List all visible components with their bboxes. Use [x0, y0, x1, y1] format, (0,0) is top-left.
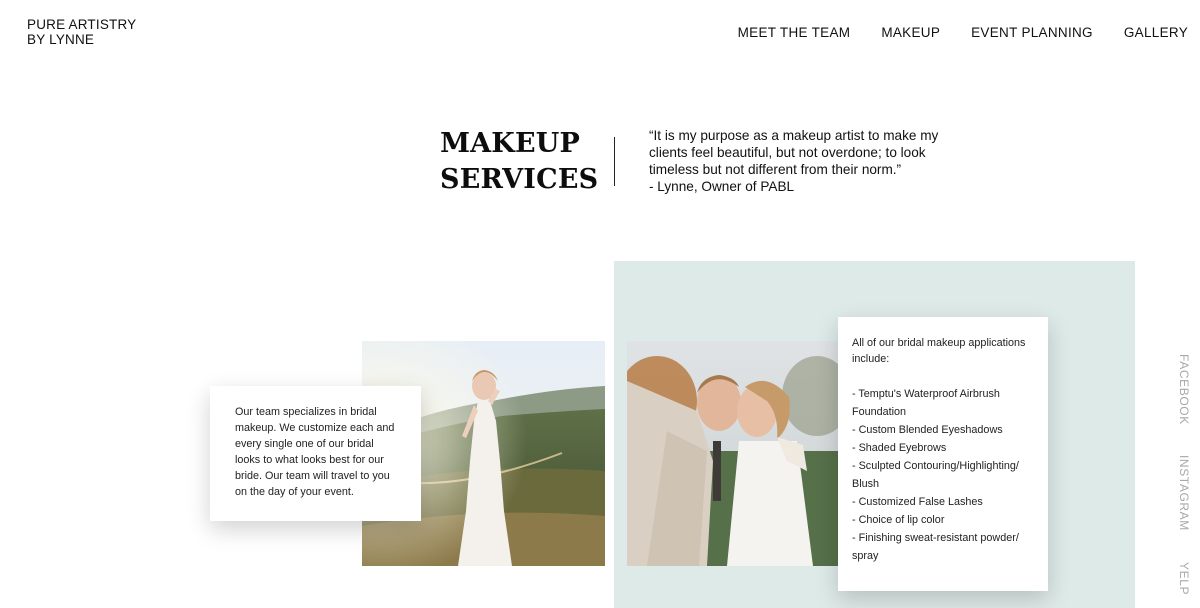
intro-card: Our team specializes in bridal makeup. W… [210, 386, 421, 521]
nav-item-gallery[interactable]: GALLERY [1124, 25, 1188, 40]
service-list-item: - Shaded Eyebrows [852, 442, 947, 454]
service-list-item: - Customized False Lashes [852, 496, 983, 508]
social-links: FACEBOOK INSTAGRAM YELP [1177, 354, 1193, 608]
quote-line: “It is my purpose as a makeup artist to … [649, 128, 939, 143]
services-spacer [852, 367, 1036, 385]
social-link-yelp[interactable]: YELP [1177, 562, 1191, 595]
brand-logo[interactable]: PURE ARTISTRY BY LYNNE [27, 17, 136, 47]
couple-photo [627, 341, 839, 566]
quote-line: timeless but not different from their no… [649, 162, 902, 177]
nav-item-makeup[interactable]: MAKEUP [881, 25, 940, 40]
owner-quote: “It is my purpose as a makeup artist to … [649, 127, 959, 195]
main-nav: MEET THE TEAM MAKEUP EVENT PLANNING GALL… [738, 25, 1188, 40]
page-title-line1: MAKEUP [440, 128, 580, 159]
services-card: All of our bridal makeup applications in… [838, 317, 1048, 591]
service-list-item: - Choice of lip color [852, 514, 945, 526]
nav-item-event-planning[interactable]: EVENT PLANNING [971, 25, 1093, 40]
intro-text: Our team specializes in bridal makeup. W… [235, 406, 395, 498]
service-list-item: - Temptu's Waterproof Airbrush Foundatio… [852, 388, 1000, 418]
brand-logo-line2: BY LYNNE [27, 32, 95, 47]
service-list-item: - Finishing sweat-resistant powder/ spra… [852, 532, 1019, 562]
page-title-line2: SERVICES [440, 164, 599, 195]
brand-logo-line1: PURE ARTISTRY [27, 17, 137, 32]
quote-attribution: - Lynne, Owner of PABL [649, 179, 795, 194]
quote-line: clients feel beautiful, but not overdone… [649, 145, 926, 160]
hero-divider [614, 137, 615, 186]
service-list-item: - Sculpted Contouring/Highlighting/ Blus… [852, 460, 1019, 490]
social-link-facebook[interactable]: FACEBOOK [1177, 354, 1191, 425]
nav-item-meet-the-team[interactable]: MEET THE TEAM [738, 25, 851, 40]
service-list-item: - Custom Blended Eyeshadows [852, 424, 1003, 436]
services-intro: All of our bridal makeup applications in… [852, 337, 1026, 365]
page-title: MAKEUP SERVICES [440, 126, 599, 198]
social-link-instagram[interactable]: INSTAGRAM [1177, 455, 1191, 531]
